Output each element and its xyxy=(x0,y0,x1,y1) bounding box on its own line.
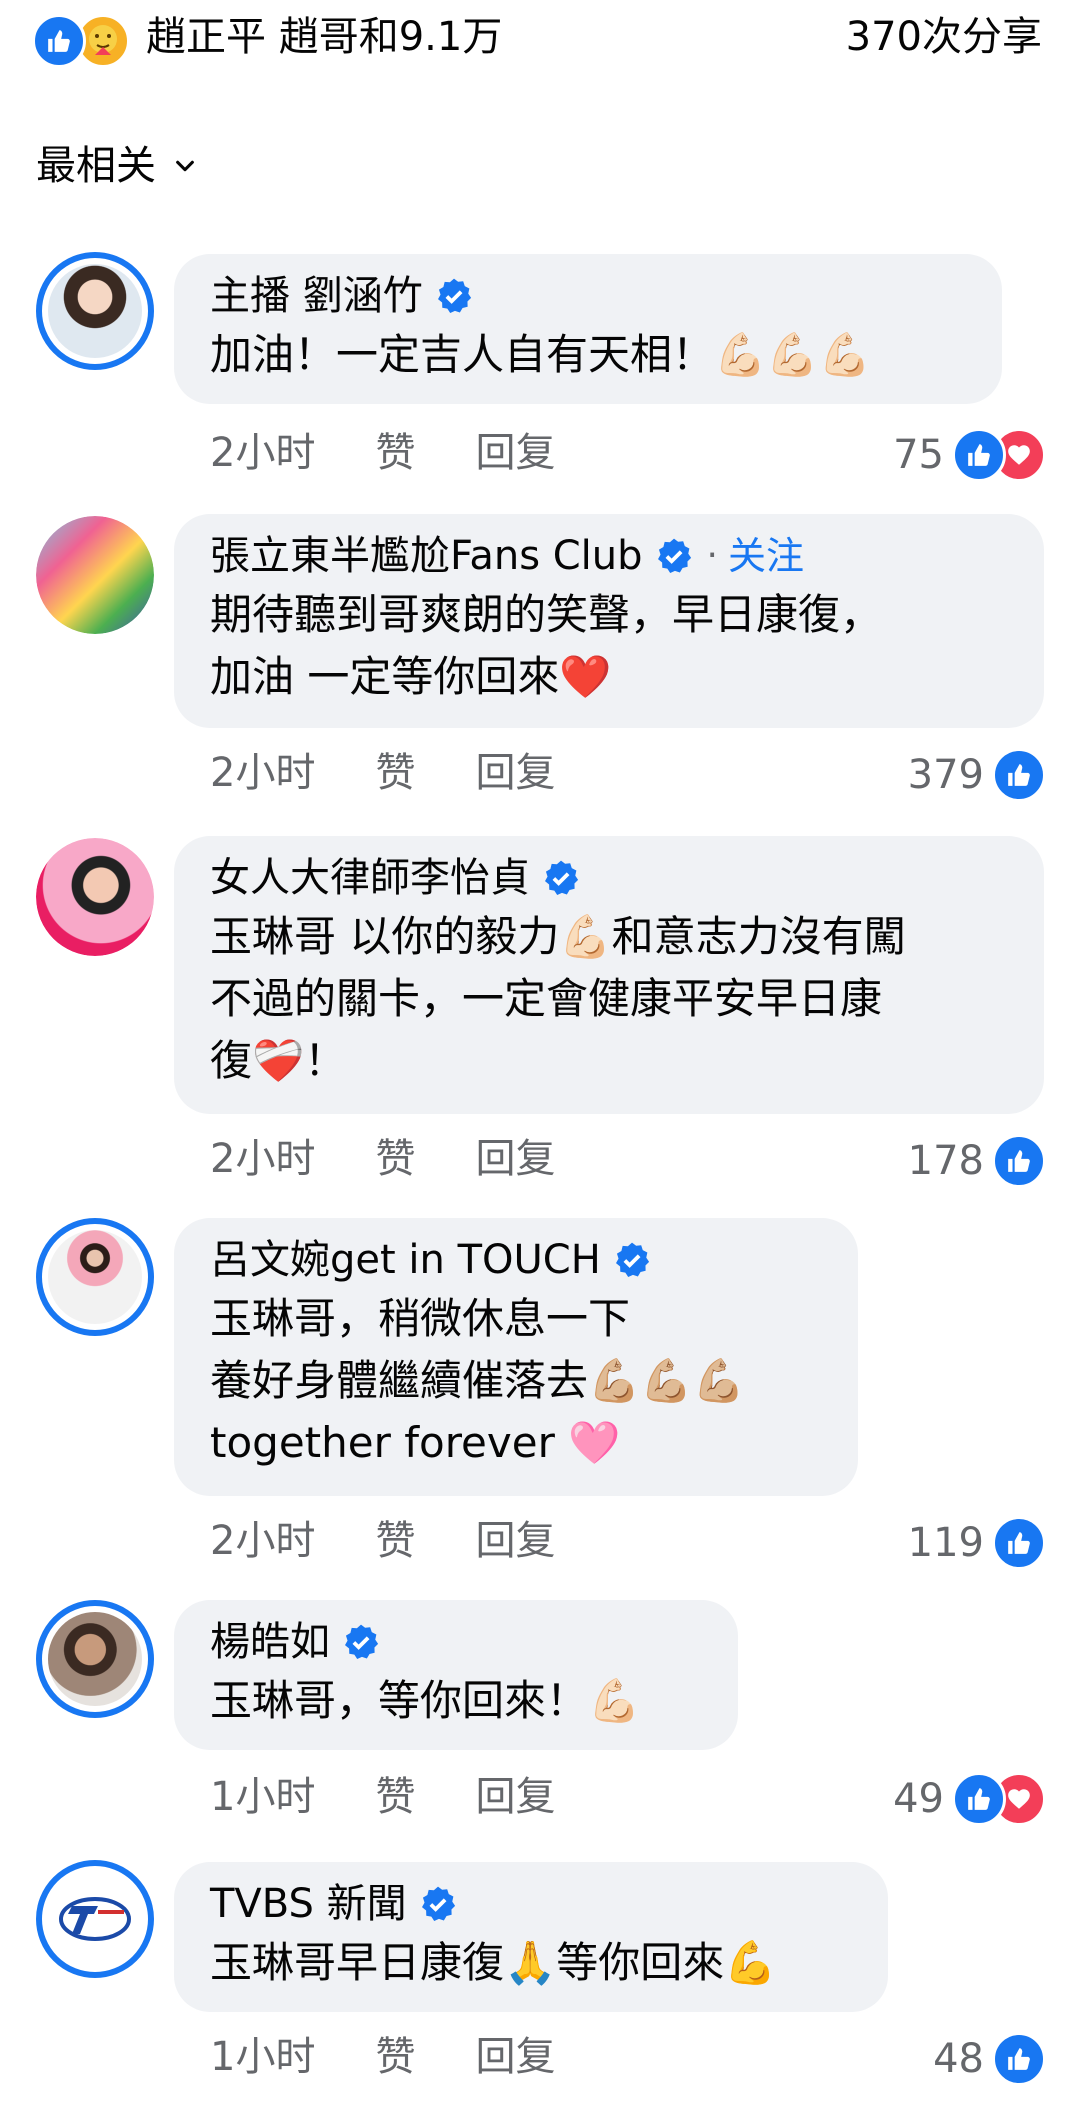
like-reaction-icon xyxy=(992,1516,1046,1570)
like-button[interactable]: 赞 xyxy=(375,1772,415,1822)
comment-text: 期待聽到哥爽朗的笑聲，早日康復， 加油 一定等你回來❤️ xyxy=(210,590,883,701)
commenter-name[interactable]: TVBS 新聞 xyxy=(210,1876,407,1932)
avatar[interactable] xyxy=(36,1600,154,1718)
comment-bubble[interactable]: TVBS 新聞 玉琳哥早日康復🙏等你回來💪 xyxy=(174,1862,888,2012)
like-button[interactable]: 赞 xyxy=(375,1134,415,1184)
avatar[interactable] xyxy=(36,838,154,956)
like-button[interactable]: 赞 xyxy=(375,1516,415,1566)
verified-badge-icon xyxy=(437,278,471,313)
commenter-name[interactable]: 女人大律師李怡貞 xyxy=(210,850,530,906)
reaction-names-text[interactable]: 趙正平 趙哥和9.1万 xyxy=(146,12,502,62)
reaction-count[interactable]: 379 xyxy=(908,748,1046,802)
like-reaction-icon xyxy=(992,1134,1046,1188)
comment-time[interactable]: 2小时 xyxy=(210,1134,315,1184)
comment-text: 玉琳哥 以你的毅力💪🏻和意志力沒有闖 不過的關卡，一定會健康平安早日康 復❤️‍… xyxy=(210,912,906,1085)
chevron-down-icon xyxy=(176,160,194,172)
comment-time[interactable]: 2小时 xyxy=(210,1516,315,1566)
reaction-count[interactable]: 75 xyxy=(893,428,1046,482)
reaction-icons xyxy=(32,14,136,68)
like-reaction-icon xyxy=(32,14,86,68)
comment-text: 玉琳哥，稍微休息一下 養好身體繼續催落去💪🏼💪🏼💪🏼 together fore… xyxy=(210,1294,745,1467)
like-button[interactable]: 赞 xyxy=(375,2032,415,2082)
like-reaction-icon xyxy=(952,428,1006,482)
reaction-count-number: 119 xyxy=(907,1520,984,1566)
comment-actions: 1小时 赞 回复 xyxy=(210,1772,615,1822)
comment-actions: 2小时 赞 回复 xyxy=(210,1516,615,1566)
comment-time[interactable]: 2小时 xyxy=(210,748,315,798)
comment-sort-dropdown[interactable]: 最相关 xyxy=(36,140,196,192)
like-reaction-icon xyxy=(952,1772,1006,1826)
sort-label: 最相关 xyxy=(36,143,156,189)
commenter-name[interactable]: 呂文婉get in TOUCH xyxy=(210,1232,601,1288)
like-reaction-icon xyxy=(992,748,1046,802)
like-button[interactable]: 赞 xyxy=(375,748,415,798)
reply-button[interactable]: 回复 xyxy=(475,1134,555,1184)
avatar[interactable] xyxy=(36,252,154,370)
commenter-name[interactable]: 主播 劉涵竹 xyxy=(210,268,423,324)
reaction-count-number: 75 xyxy=(893,432,944,478)
comment-text: 玉琳哥早日康復🙏等你回來💪 xyxy=(210,1938,777,1987)
comment-time[interactable]: 1小时 xyxy=(210,2032,315,2082)
commenter-name[interactable]: 張立東半尷尬Fans Club xyxy=(210,528,643,584)
reaction-count-number: 379 xyxy=(907,752,984,798)
comment-bubble[interactable]: 主播 劉涵竹 加油！一定吉人自有天相！💪🏻💪🏻💪🏻 xyxy=(174,254,1002,404)
verified-badge-icon xyxy=(615,1242,649,1277)
verified-badge-icon xyxy=(421,1886,455,1921)
reaction-count-number: 178 xyxy=(907,1138,984,1184)
reactions-summary-bar[interactable]: 趙正平 趙哥和9.1万 370次分享 xyxy=(0,0,1080,76)
avatar[interactable] xyxy=(36,516,154,634)
comment-time[interactable]: 2小时 xyxy=(210,428,315,478)
comment-text: 玉琳哥，等你回來！💪🏻 xyxy=(210,1676,641,1725)
comment-bubble[interactable]: 呂文婉get in TOUCH 玉琳哥，稍微休息一下 養好身體繼續催落去💪🏼💪🏼… xyxy=(174,1218,858,1496)
comment-bubble[interactable]: 女人大律師李怡貞 玉琳哥 以你的毅力💪🏻和意志力沒有闖 不過的關卡，一定會健康平… xyxy=(174,836,1044,1114)
follow-button[interactable]: 关注 xyxy=(728,528,804,584)
verified-badge-icon xyxy=(657,538,691,573)
reply-button[interactable]: 回复 xyxy=(475,1772,555,1822)
comment-time[interactable]: 1小时 xyxy=(210,1772,315,1822)
avatar[interactable] xyxy=(36,1218,154,1336)
reply-button[interactable]: 回复 xyxy=(475,748,555,798)
comment-bubble[interactable]: 張立東半尷尬Fans Club · 关注 期待聽到哥爽朗的笑聲，早日康復， 加油… xyxy=(174,514,1044,728)
verified-badge-icon xyxy=(545,860,579,895)
reaction-count-number: 49 xyxy=(893,1776,944,1822)
reaction-count[interactable]: 178 xyxy=(908,1134,1046,1188)
reply-button[interactable]: 回复 xyxy=(475,2032,555,2082)
commenter-name[interactable]: 楊皓如 xyxy=(210,1614,330,1670)
verified-badge-icon xyxy=(345,1624,379,1659)
share-count[interactable]: 370次分享 xyxy=(846,12,1042,62)
comment-actions: 2小时 赞 回复 xyxy=(210,748,615,798)
like-reaction-icon xyxy=(992,2032,1046,2086)
comment-actions: 1小时 赞 回复 xyxy=(210,2032,615,2082)
comment-text: 加油！一定吉人自有天相！💪🏻💪🏻💪🏻 xyxy=(210,330,871,379)
comment-actions: 2小时 赞 回复 xyxy=(210,428,615,478)
reply-button[interactable]: 回复 xyxy=(475,1516,555,1566)
avatar[interactable] xyxy=(36,1860,154,1978)
tvbs-logo-icon xyxy=(59,1897,131,1941)
reply-button[interactable]: 回复 xyxy=(475,428,555,478)
comment-bubble[interactable]: 楊皓如 玉琳哥，等你回來！💪🏻 xyxy=(174,1600,738,1750)
follow-separator: · xyxy=(706,535,718,576)
reaction-count[interactable]: 119 xyxy=(908,1516,1046,1570)
reaction-count[interactable]: 49 xyxy=(893,1772,1046,1826)
reaction-count-number: 48 xyxy=(933,2036,984,2082)
reaction-count[interactable]: 48 xyxy=(933,2032,1046,2086)
comment-actions: 2小时 赞 回复 xyxy=(210,1134,615,1184)
like-button[interactable]: 赞 xyxy=(375,428,415,478)
